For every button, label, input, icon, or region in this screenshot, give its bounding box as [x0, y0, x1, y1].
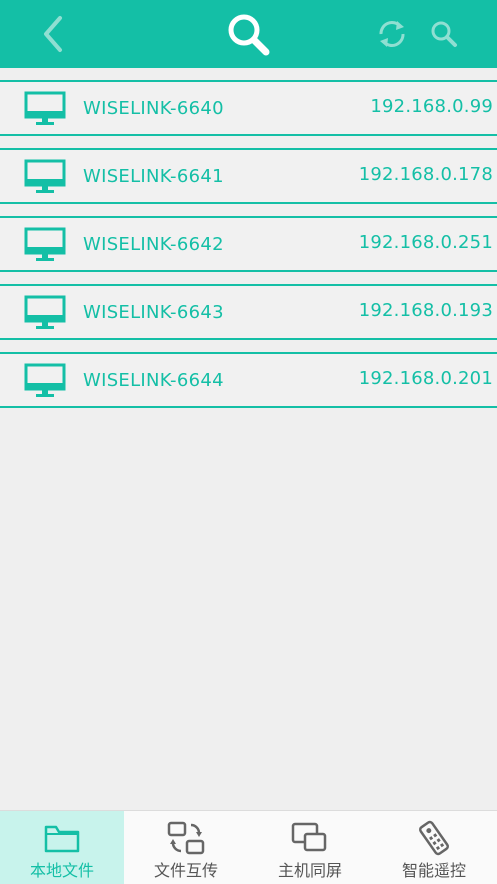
tab-label: 文件互传 [153, 861, 218, 880]
device-name: WISELINK-6644 [83, 370, 224, 391]
device-row[interactable]: WISELINK-6640 192.168.0.99 [0, 80, 497, 136]
tab-local-files[interactable]: 本地文件 [0, 811, 124, 884]
tab-screen-mirror[interactable]: 主机同屏 [248, 811, 372, 884]
small-search-button[interactable] [424, 0, 464, 68]
tab-smart-remote[interactable]: 智能遥控 [372, 811, 496, 884]
monitor-icon [24, 159, 66, 193]
device-name: WISELINK-6642 [83, 234, 224, 255]
transfer-icon [167, 821, 205, 855]
device-ip: 192.168.0.201 [358, 368, 493, 389]
top-bar [0, 0, 497, 68]
device-ip: 192.168.0.178 [358, 164, 493, 185]
device-row[interactable]: WISELINK-6644 192.168.0.201 [0, 352, 497, 408]
chevron-left-icon [44, 16, 62, 52]
refresh-icon [379, 21, 405, 47]
tab-label: 本地文件 [29, 861, 94, 880]
remote-control-icon [419, 820, 449, 856]
device-name: WISELINK-6640 [83, 98, 224, 119]
screen-mirror-icon [291, 822, 327, 852]
refresh-button[interactable] [370, 0, 414, 68]
search-icon [228, 14, 270, 56]
monitor-icon [24, 295, 66, 329]
device-row[interactable]: WISELINK-6641 192.168.0.178 [0, 148, 497, 204]
search-button[interactable] [220, 0, 276, 68]
back-button[interactable] [30, 0, 76, 68]
monitor-icon [24, 363, 66, 397]
device-ip: 192.168.0.251 [358, 232, 493, 253]
tab-file-transfer[interactable]: 文件互传 [124, 811, 248, 884]
search-icon [431, 21, 457, 47]
bottom-tab-bar: 本地文件 文件互传 主机同屏 智能遥控 [0, 810, 497, 884]
monitor-icon [24, 227, 66, 261]
device-row[interactable]: WISELINK-6643 192.168.0.193 [0, 284, 497, 340]
device-ip: 192.168.0.99 [370, 96, 493, 117]
folder-icon [44, 825, 80, 853]
tab-label: 智能遥控 [401, 861, 466, 880]
monitor-icon [24, 91, 66, 125]
device-ip: 192.168.0.193 [358, 300, 493, 321]
device-row[interactable]: WISELINK-6642 192.168.0.251 [0, 216, 497, 272]
tab-label: 主机同屏 [277, 861, 342, 880]
device-name: WISELINK-6643 [83, 302, 224, 323]
device-name: WISELINK-6641 [83, 166, 224, 187]
